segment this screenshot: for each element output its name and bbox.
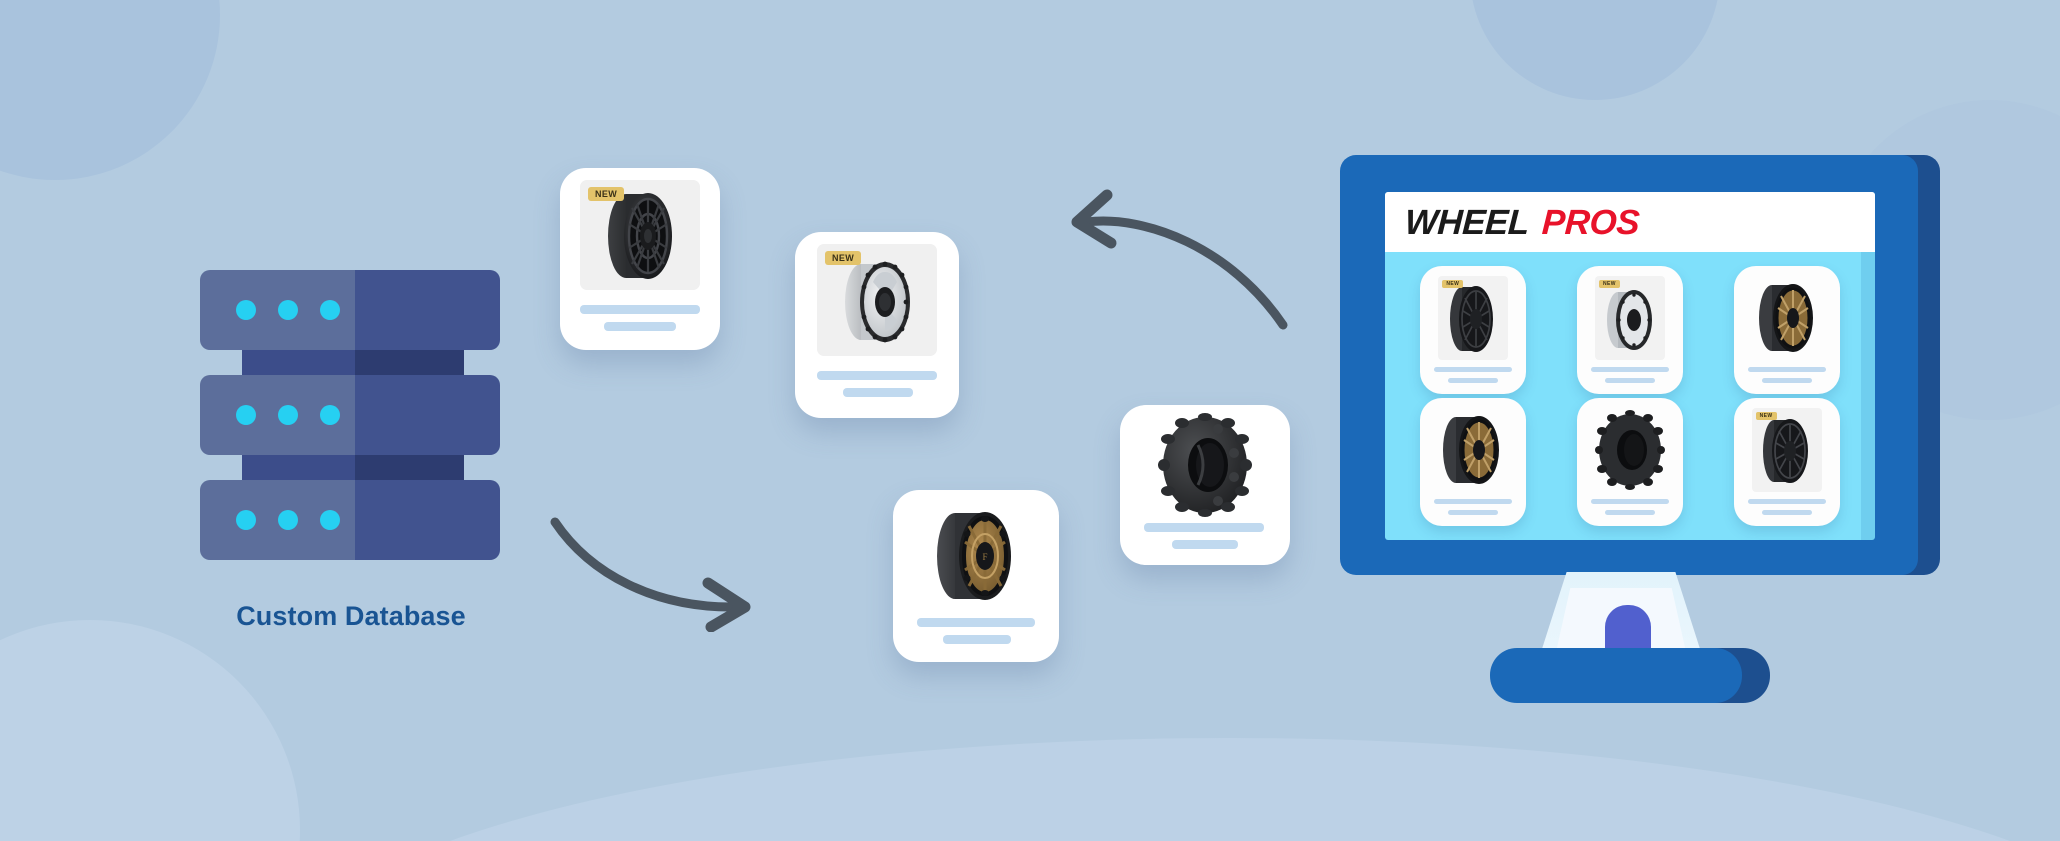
- server-unit-2-indicators: [236, 405, 340, 425]
- floating-card-bronze-mesh-wheel[interactable]: F: [893, 490, 1059, 662]
- product-card-5[interactable]: [1576, 398, 1683, 526]
- new-badge: NEW: [1598, 280, 1620, 288]
- background-blob-bottom-left: [0, 620, 300, 841]
- monitor-screen: WHEEL PROS NEW NEW NEW: [1385, 192, 1875, 540]
- offroad-tire-icon: [1594, 410, 1665, 490]
- product-image-box: [1751, 408, 1822, 492]
- black-mesh-wheel-icon: [1450, 286, 1494, 352]
- floating-card-image-box: NEW: [817, 244, 937, 356]
- black-spoke-wheel-icon: [1762, 419, 1808, 483]
- placeholder-bar-title: [817, 371, 937, 380]
- status-indicator-dot: [236, 300, 256, 320]
- server-unit-3-indicators: [236, 510, 340, 530]
- status-indicator-dot: [320, 405, 340, 425]
- product-image-box: [1438, 276, 1509, 360]
- status-indicator-dot: [236, 405, 256, 425]
- bronze-mesh-wheel-icon: F: [937, 512, 1011, 600]
- status-indicator-dot: [278, 405, 298, 425]
- status-indicator-dot: [278, 510, 298, 530]
- new-badge: NEW: [1442, 280, 1464, 288]
- logo-pros-text: PROS: [1540, 202, 1641, 242]
- product-card-4[interactable]: [1420, 398, 1527, 526]
- wheel-pros-monitor: WHEEL PROS NEW NEW NEW: [1340, 155, 1940, 575]
- server-unit-2: [200, 375, 500, 455]
- new-badge: NEW: [825, 251, 862, 265]
- server-unit-1-side: [355, 270, 500, 350]
- floating-card-image-box: F: [907, 500, 1047, 610]
- status-indicator-dot: [236, 510, 256, 530]
- svg-text:F: F: [982, 552, 987, 562]
- placeholder-bar-subtitle: [1448, 510, 1499, 515]
- placeholder-bar-title: [917, 618, 1035, 627]
- placeholder-bar-subtitle: [604, 322, 676, 331]
- product-card-3[interactable]: [1733, 266, 1840, 394]
- monitor-base: [1490, 648, 1742, 703]
- product-image-box: [1583, 408, 1677, 492]
- placeholder-bar-subtitle: [1761, 510, 1812, 515]
- server-unit-2-side: [355, 375, 500, 455]
- illustration-canvas: Custom Database NEW NEW F WHEEL PROS NEW…: [0, 0, 2060, 841]
- custom-database-server-stack: [200, 270, 500, 570]
- placeholder-bar-subtitle: [943, 635, 1011, 644]
- product-image-box: [1426, 408, 1520, 492]
- background-blob-top-right: [1470, 0, 1720, 100]
- floating-card-image-box: [1140, 413, 1270, 517]
- floating-card-silver-beadlock-wheel[interactable]: NEW: [795, 232, 959, 418]
- placeholder-bar-title: [1144, 523, 1264, 532]
- product-image-box: [1740, 276, 1834, 360]
- placeholder-bar-title: [1434, 499, 1513, 504]
- placeholder-bar-subtitle: [1604, 378, 1655, 383]
- placeholder-bar-title: [1434, 367, 1513, 372]
- new-badge: NEW: [1755, 412, 1777, 420]
- placeholder-bar-subtitle: [1448, 378, 1499, 383]
- product-card-1[interactable]: NEW: [1420, 266, 1527, 394]
- status-indicator-dot: [320, 300, 340, 320]
- product-card-2[interactable]: NEW: [1576, 266, 1683, 394]
- placeholder-bar-subtitle: [1172, 540, 1238, 549]
- silver-beadlock-wheel-icon: [1606, 290, 1652, 350]
- placeholder-bar-subtitle: [1604, 510, 1655, 515]
- floating-card-black-mesh-wheel[interactable]: NEW: [560, 168, 720, 350]
- placeholder-bar-title: [1590, 499, 1669, 504]
- placeholder-bar-subtitle: [1761, 378, 1812, 383]
- placeholder-bar-title: [580, 305, 700, 314]
- status-indicator-dot: [320, 510, 340, 530]
- arrow-cards-to-monitor-icon: [1071, 189, 1288, 330]
- floating-card-offroad-tire[interactable]: [1120, 405, 1290, 565]
- product-grid: NEW NEW NEW: [1385, 252, 1875, 540]
- server-connector-1: [242, 350, 464, 375]
- monitor-bezel: WHEEL PROS NEW NEW NEW: [1340, 155, 1918, 575]
- offroad-tire-icon: [1158, 413, 1252, 517]
- background-blob-bottom: [280, 738, 2060, 841]
- placeholder-bar-title: [1747, 367, 1826, 372]
- server-unit-3-side: [355, 480, 500, 560]
- custom-database-label: Custom Database: [236, 601, 466, 631]
- server-unit-3: [200, 480, 500, 560]
- bronze-mesh-wheel-icon: [1758, 284, 1813, 352]
- placeholder-bar-title: [1590, 367, 1669, 372]
- placeholder-bar-subtitle: [843, 388, 913, 397]
- server-unit-1-indicators: [236, 300, 340, 320]
- new-badge: NEW: [588, 187, 625, 201]
- arrow-database-to-cards-icon: [550, 517, 751, 632]
- server-unit-1: [200, 270, 500, 350]
- bronze-mesh-wheel-icon: [1443, 416, 1500, 484]
- floating-card-image-box: NEW: [580, 180, 700, 290]
- site-header: WHEEL PROS: [1385, 192, 1875, 252]
- product-image-box: [1594, 276, 1665, 360]
- status-indicator-dot: [278, 300, 298, 320]
- product-card-6[interactable]: NEW: [1733, 398, 1840, 526]
- background-blob-top-left: [0, 0, 220, 180]
- logo-wheel-text: WHEEL: [1403, 202, 1530, 242]
- server-connector-2: [242, 455, 464, 480]
- placeholder-bar-title: [1747, 499, 1826, 504]
